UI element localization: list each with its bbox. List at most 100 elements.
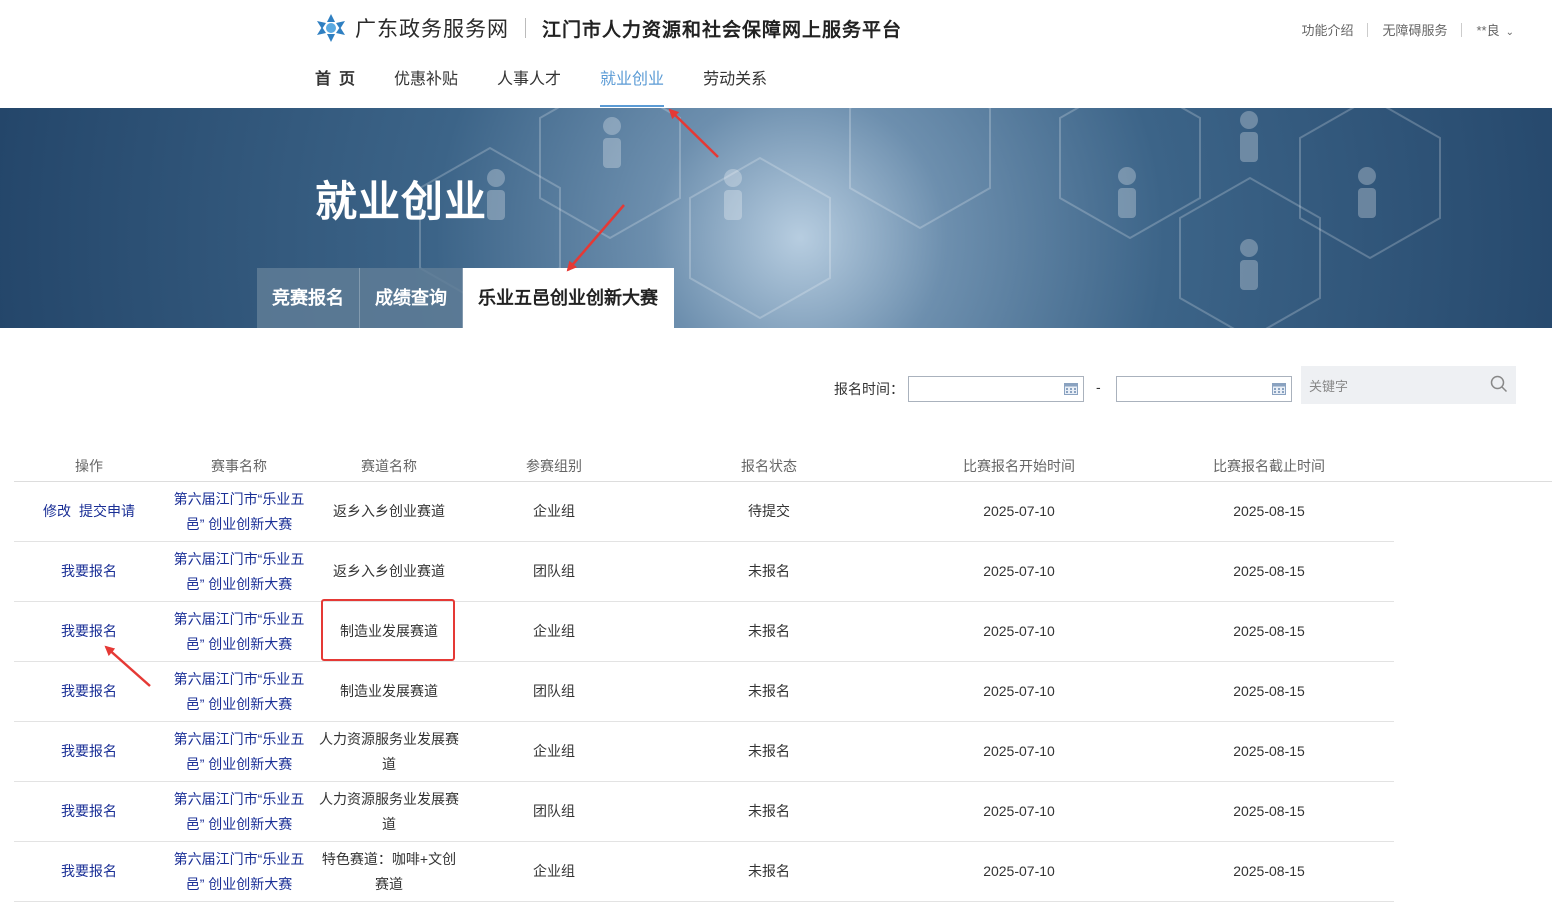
event-name-line: 邑” 创业创新大赛 — [185, 575, 293, 592]
event-name-line: 邑” 创业创新大赛 — [185, 515, 293, 532]
user-menu[interactable]: **良 ⌄ — [1476, 20, 1514, 39]
status-cell: 未报名 — [748, 863, 790, 879]
table-row: 我要报名 第六届江门市“乐业五 邑” 创业创新大赛 人力资源服务业发展赛道企业组 未报名… — [14, 722, 1394, 782]
event-name-line: 邑” 创业创新大赛 — [185, 695, 293, 712]
site-header: 广东政务服务网 江门市人力资源和社会保障网上服务平台 功能介绍 无障碍服务 **… — [0, 0, 1552, 108]
status-cell: 待提交 — [748, 503, 790, 519]
action-cell: 我要报名 — [19, 662, 159, 721]
search-icon[interactable] — [1490, 375, 1508, 393]
action-cell: 修改 提交申请 — [19, 482, 159, 541]
event-name-cell[interactable]: 第六届江门市“乐业五 邑” 创业创新大赛 — [169, 842, 309, 901]
track-name-line: 特色赛道：咖啡+文创 — [321, 850, 457, 867]
tab-score-query[interactable]: 成绩查询 — [360, 268, 463, 328]
event-name-line: 第六届江门市“乐业五 — [173, 610, 305, 627]
start-time-cell: 2025-07-10 — [983, 803, 1055, 819]
site-logo[interactable]: 广东政务服务网 江门市人力资源和社会保障网上服务平台 — [315, 12, 902, 44]
signup-link[interactable]: 我要报名 — [61, 619, 117, 644]
group-cell: 企业组 — [533, 863, 575, 879]
banner-background-image — [419, 108, 1441, 328]
table-row: 我要报名 第六届江门市“乐业五 邑” 创业创新大赛 人力资源服务业发展赛道团队组 未报名… — [14, 782, 1394, 842]
start-time-cell: 2025-07-10 — [983, 503, 1055, 519]
gd-logo-icon — [317, 14, 345, 42]
nav-subsidy[interactable]: 优惠补贴 — [394, 68, 458, 108]
table-row: 我要报名 第六届江门市“乐业五 邑” 创业创新大赛 特色赛道：咖啡+文创 赛道 企业组 未报… — [14, 842, 1394, 902]
event-name-cell[interactable]: 第六届江门市“乐业五 邑” 创业创新大赛 — [169, 722, 309, 781]
track-name-cell: 制造业发展赛道 — [314, 662, 464, 721]
status-cell: 未报名 — [748, 563, 790, 579]
col-end-time: 比赛报名截止时间 — [1213, 458, 1325, 474]
event-name-line: 第六届江门市“乐业五 — [173, 790, 305, 807]
status-cell: 未报名 — [748, 743, 790, 759]
action-cell: 我要报名 — [19, 722, 159, 781]
group-cell: 团队组 — [533, 803, 575, 819]
event-name-line: 第六届江门市“乐业五 — [173, 850, 305, 867]
table-row: 我要报名 第六届江门市“乐业五 邑” 创业创新大赛 制造业发展赛道 团队组 未报名 2025… — [14, 662, 1394, 722]
end-time-cell: 2025-08-15 — [1233, 803, 1305, 819]
event-name-cell[interactable]: 第六届江门市“乐业五 邑” 创业创新大赛 — [169, 602, 309, 661]
start-time-cell: 2025-07-10 — [983, 863, 1055, 879]
chevron-down-icon: ⌄ — [1505, 27, 1514, 38]
feature-intro-link[interactable]: 功能介绍 — [1301, 20, 1353, 39]
start-time-cell: 2025-07-10 — [983, 683, 1055, 699]
event-name-line: 邑” 创业创新大赛 — [185, 635, 293, 652]
track-name-line: 道 — [382, 755, 396, 772]
col-start-time: 比赛报名开始时间 — [963, 458, 1075, 474]
signup-link[interactable]: 我要报名 — [61, 739, 117, 764]
start-date-input[interactable] — [908, 376, 1084, 402]
event-name-line: 第六届江门市“乐业五 — [173, 670, 305, 687]
nav-employment[interactable]: 就业创业 — [600, 68, 665, 108]
end-time-cell: 2025-08-15 — [1233, 743, 1305, 759]
event-name-cell[interactable]: 第六届江门市“乐业五 邑” 创业创新大赛 — [169, 542, 309, 601]
banner-title: 就业创业 — [315, 178, 488, 225]
signup-link[interactable]: 我要报名 — [61, 679, 117, 704]
action-cell: 我要报名 — [19, 842, 159, 901]
track-name-line: 制造业发展赛道 — [340, 683, 438, 699]
signup-link[interactable]: 我要报名 — [61, 559, 117, 584]
nav-labor[interactable]: 劳动关系 — [703, 68, 767, 108]
divider — [1367, 22, 1369, 37]
tab-competition-signup[interactable]: 竞赛报名 — [257, 268, 360, 328]
start-time-cell: 2025-07-10 — [983, 623, 1055, 639]
event-name-cell[interactable]: 第六届江门市“乐业五 邑” 创业创新大赛 — [169, 662, 309, 721]
event-name-line: 邑” 创业创新大赛 — [185, 875, 293, 892]
table-row: 我要报名 第六届江门市“乐业五 邑” 创业创新大赛 制造业发展赛道 企业组 未报名 2025… — [14, 602, 1394, 662]
end-time-cell: 2025-08-15 — [1233, 863, 1305, 879]
date-range-dash: - — [1096, 379, 1101, 395]
main-nav: 首页 优惠补贴 人事人才 就业创业 劳动关系 — [315, 68, 806, 108]
nav-home[interactable]: 首页 — [315, 68, 363, 108]
track-name-line: 赛道 — [375, 875, 403, 892]
end-time-cell: 2025-08-15 — [1233, 623, 1305, 639]
end-date-input[interactable] — [1116, 376, 1292, 402]
col-actions: 操作 — [75, 458, 103, 474]
event-name-line: 第六届江门市“乐业五 — [173, 490, 305, 507]
nav-talent[interactable]: 人事人才 — [497, 68, 561, 108]
accessibility-link[interactable]: 无障碍服务 — [1382, 20, 1447, 39]
search-filter: 报名时间： - — [0, 366, 1552, 406]
group-cell: 企业组 — [533, 623, 575, 639]
event-name-cell[interactable]: 第六届江门市“乐业五 邑” 创业创新大赛 — [169, 482, 309, 541]
track-name-cell: 特色赛道：咖啡+文创 赛道 — [314, 842, 464, 901]
event-name-cell[interactable]: 第六届江门市“乐业五 邑” 创业创新大赛 — [169, 782, 309, 841]
event-name-line: 邑” 创业创新大赛 — [185, 815, 293, 832]
event-name-line: 第六届江门市“乐业五 — [173, 550, 305, 567]
group-cell: 团队组 — [533, 683, 575, 699]
start-time-cell: 2025-07-10 — [983, 743, 1055, 759]
col-status: 报名状态 — [741, 458, 797, 474]
signup-link[interactable]: 我要报名 — [61, 799, 117, 824]
col-track-name: 赛道名称 — [361, 458, 417, 474]
highlight-box — [321, 599, 455, 661]
tab-innovation-contest[interactable]: 乐业五邑创业创新大赛 — [463, 268, 674, 328]
keyword-input[interactable] — [1301, 366, 1481, 406]
sub-tabs: 竞赛报名 成绩查询 乐业五邑创业创新大赛 — [257, 268, 674, 328]
signup-link[interactable]: 我要报名 — [61, 859, 117, 884]
track-name-cell: 人力资源服务业发展赛道 — [314, 782, 464, 841]
section-banner: 就业创业 竞赛报名 成绩查询 乐业五邑创业创新大赛 — [0, 108, 1552, 328]
submit-application-link[interactable]: 提交申请 — [79, 499, 135, 524]
col-group: 参赛组别 — [526, 458, 582, 474]
calendar-icon — [1272, 383, 1286, 395]
track-name-line: 人力资源服务业发展赛 — [319, 790, 459, 807]
track-name-line: 返乡入乡创业赛道 — [333, 503, 445, 519]
track-name-cell: 返乡入乡创业赛道 — [314, 542, 464, 601]
edit-link[interactable]: 修改 — [43, 499, 71, 524]
table-row: 修改 提交申请 第六届江门市“乐业五 邑” 创业创新大赛 返乡入乡创业赛道 企业组 待提交 2… — [14, 482, 1394, 542]
